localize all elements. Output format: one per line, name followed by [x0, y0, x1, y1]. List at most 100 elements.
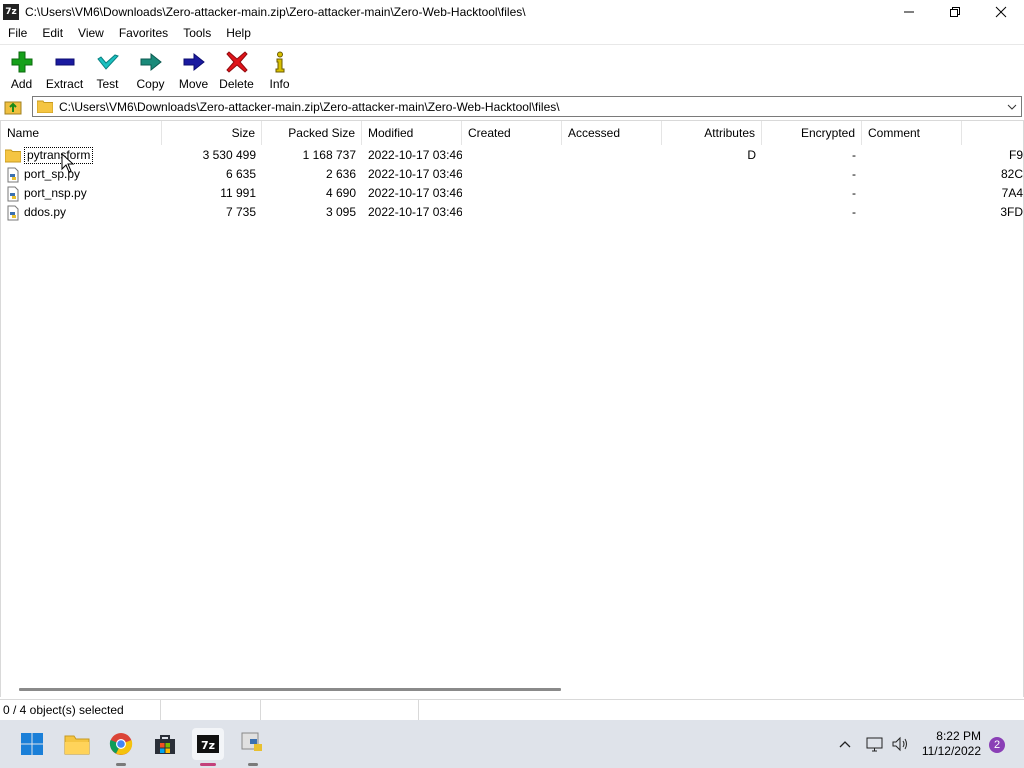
created-cell: [462, 146, 562, 165]
svg-text:7z: 7z: [201, 739, 215, 752]
notification-badge[interactable]: 2: [989, 737, 1005, 753]
7zip-app-icon: 7z: [3, 3, 19, 20]
running-indicator: [248, 763, 258, 766]
copy-label: Copy: [136, 77, 165, 91]
accessed-cell: [562, 184, 662, 203]
restore-button[interactable]: [932, 0, 978, 23]
name-cell: port_nsp.py: [1, 184, 162, 203]
size-cell: 3 530 499: [202, 148, 256, 162]
minimize-button[interactable]: [886, 0, 932, 23]
title-bar: 7z C:\Users\VM6\Downloads\Zero-attacker-…: [0, 0, 1024, 23]
move-button[interactable]: Move: [172, 45, 215, 95]
status-modified: [261, 700, 419, 720]
table-row[interactable]: ddos.py 7 735 3 095 2022-10-17 03:46 - 3…: [1, 203, 1023, 222]
table-row[interactable]: pytransform 3 530 499 1 168 737 2022-10-…: [1, 146, 1023, 165]
clock[interactable]: 8:22 PM 11/12/2022: [922, 729, 981, 759]
taskbar-python[interactable]: [237, 728, 269, 766]
menu-edit[interactable]: Edit: [34, 26, 70, 40]
chevron-down-icon[interactable]: [1005, 100, 1019, 114]
move-label: Move: [178, 77, 209, 91]
encrypted-cell: -: [852, 167, 856, 181]
column-header-packed-size[interactable]: Packed Size: [262, 121, 362, 145]
add-button[interactable]: Add: [0, 45, 43, 95]
minus-icon: [53, 50, 77, 74]
extract-label: Extract: [45, 77, 84, 91]
python-file-icon: [7, 205, 19, 220]
name-cell: pytransform: [1, 146, 162, 165]
volume-icon[interactable]: [891, 735, 911, 753]
encrypted-cell: -: [852, 186, 856, 200]
menu-help[interactable]: Help: [218, 26, 258, 40]
created-cell: [462, 184, 562, 203]
network-icon[interactable]: [865, 735, 885, 753]
scrollbar-thumb[interactable]: [19, 688, 561, 691]
crc-cell: 3FD: [1000, 205, 1023, 219]
column-header-comment[interactable]: Comment: [862, 121, 962, 145]
toolbar: Add Extract Test Copy Move Delete Info: [0, 44, 1024, 94]
accessed-cell: [562, 203, 662, 222]
file-name: pytransform: [24, 147, 94, 164]
window-title: C:\Users\VM6\Downloads\Zero-attacker-mai…: [25, 4, 526, 19]
attributes-cell: [662, 203, 762, 222]
start-button[interactable]: [16, 728, 48, 760]
menu-favorites[interactable]: Favorites: [111, 26, 175, 40]
crc-cell: 7A4: [1001, 186, 1023, 200]
copy-button[interactable]: Copy: [129, 45, 172, 95]
size-cell: 7 735: [225, 205, 256, 219]
chevron-up-icon[interactable]: [838, 737, 852, 751]
menu-view[interactable]: View: [70, 26, 111, 40]
column-header-crc[interactable]: [962, 121, 1023, 145]
extract-button[interactable]: Extract: [43, 45, 86, 95]
packed-size-cell: 2 636: [325, 167, 356, 181]
attributes-cell: [662, 184, 762, 203]
taskbar-chrome[interactable]: [105, 728, 137, 766]
taskbar-file-explorer[interactable]: [61, 728, 93, 760]
column-header-created[interactable]: Created: [462, 121, 562, 145]
attributes-cell: [662, 165, 762, 184]
column-header-size[interactable]: Size: [162, 121, 262, 145]
column-header-name[interactable]: Name: [1, 121, 162, 145]
folder-icon: [37, 100, 53, 113]
accessed-cell: [562, 146, 662, 165]
list-header: Name Size Packed Size Modified Created A…: [1, 121, 1023, 145]
column-header-encrypted[interactable]: Encrypted: [762, 121, 862, 145]
mouse-cursor-icon: [61, 153, 75, 173]
taskbar: 7z 8:22 PM 11/12/2022 2: [0, 720, 1024, 768]
info-button[interactable]: Info: [258, 45, 301, 95]
x-icon: [225, 50, 249, 74]
up-folder-icon: [4, 101, 22, 115]
address-field[interactable]: C:\Users\VM6\Downloads\Zero-attacker-mai…: [32, 96, 1022, 117]
column-header-attributes[interactable]: Attributes: [662, 121, 762, 145]
selection-status: 0 / 4 object(s) selected: [0, 700, 161, 720]
taskbar-7zip[interactable]: 7z: [192, 728, 224, 766]
horizontal-scrollbar[interactable]: [1, 683, 1023, 697]
table-row[interactable]: port_nsp.py 11 991 4 690 2022-10-17 03:4…: [1, 184, 1023, 203]
restore-icon: [950, 6, 960, 17]
menu-file[interactable]: File: [0, 26, 34, 40]
store-icon: [155, 735, 175, 754]
menu-tools[interactable]: Tools: [175, 26, 218, 40]
size-cell: 11 991: [220, 186, 256, 200]
close-icon: [995, 6, 1007, 17]
close-button[interactable]: [978, 0, 1024, 23]
table-row[interactable]: port_sp.py 6 635 2 636 2022-10-17 03:46 …: [1, 165, 1023, 184]
delete-label: Delete: [219, 77, 254, 91]
minimize-icon: [904, 11, 914, 12]
column-header-accessed[interactable]: Accessed: [562, 121, 662, 145]
clock-date: 11/12/2022: [921, 744, 981, 758]
size-cell: 6 635: [225, 167, 256, 181]
name-cell: ddos.py: [1, 203, 162, 222]
up-folder-button[interactable]: [3, 97, 23, 117]
python-file-icon: [7, 186, 19, 201]
system-tray: [838, 720, 911, 768]
packed-size-cell: 1 168 737: [302, 148, 356, 162]
taskbar-store[interactable]: [149, 728, 181, 760]
check-icon: [96, 50, 120, 74]
file-list[interactable]: Name Size Packed Size Modified Created A…: [0, 120, 1024, 697]
delete-button[interactable]: Delete: [215, 45, 258, 95]
active-indicator: [200, 763, 216, 766]
test-label: Test: [96, 77, 119, 91]
test-button[interactable]: Test: [86, 45, 129, 95]
column-header-modified[interactable]: Modified: [362, 121, 462, 145]
menu-bar: File Edit View Favorites Tools Help: [0, 23, 1024, 43]
